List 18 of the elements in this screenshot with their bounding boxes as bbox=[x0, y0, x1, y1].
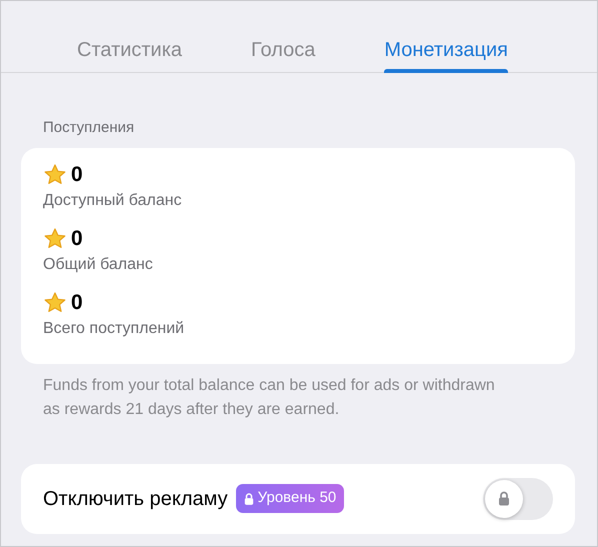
star-icon bbox=[43, 290, 67, 314]
lock-icon bbox=[244, 492, 254, 504]
balance-label: Всего поступлений bbox=[43, 318, 186, 338]
section-title: Поступления bbox=[42, 118, 136, 138]
balance-value: 0 bbox=[71, 290, 83, 316]
tab[interactable]: Монетизация bbox=[384, 1, 508, 73]
balance-label: Общий баланс bbox=[43, 254, 154, 274]
tab[interactable]: Голоса bbox=[251, 1, 316, 73]
star-icon bbox=[43, 226, 67, 250]
setting-label: Отключить рекламу bbox=[43, 486, 228, 512]
tab[interactable]: Статистика bbox=[77, 1, 182, 73]
balance-value: 0 bbox=[71, 226, 83, 252]
balance-value: 0 bbox=[71, 162, 83, 188]
footnote: Funds from your total balance can be used for ads or withdrawn as rewards 21 days after they are earned. bbox=[42, 376, 496, 420]
balance-label: Доступный баланс bbox=[43, 190, 183, 210]
toggle-switch[interactable] bbox=[483, 478, 553, 520]
star-icon bbox=[43, 162, 67, 186]
level-badge: Уровень 50 bbox=[236, 484, 344, 513]
